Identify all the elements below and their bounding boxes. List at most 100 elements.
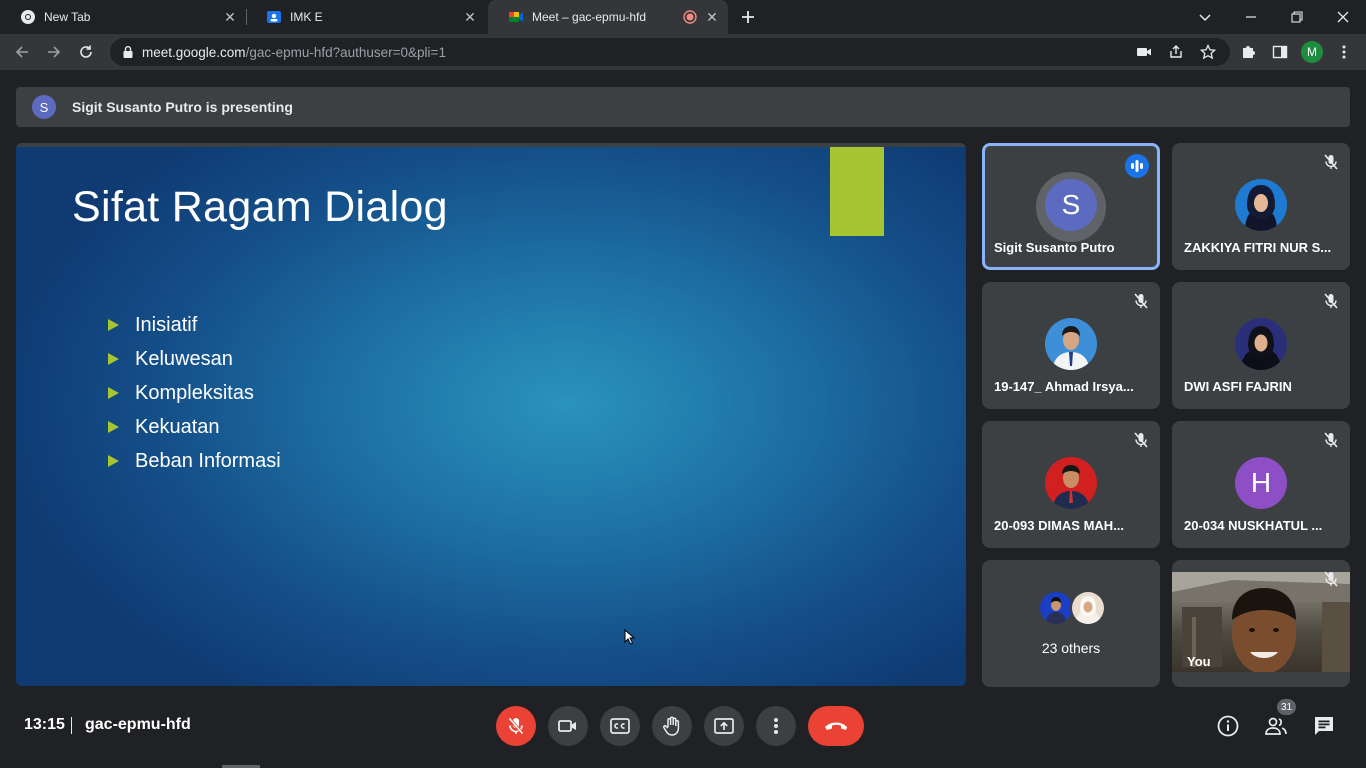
- present-icon: [714, 718, 734, 734]
- slide-title: Sifat Ragam Dialog: [72, 183, 448, 231]
- url-text: meet.google.com/gac-epmu-hfd?authuser=0&…: [142, 44, 446, 60]
- bookmark-star-icon[interactable]: [1198, 42, 1218, 62]
- close-tab-icon[interactable]: ✕: [222, 9, 238, 25]
- new-tab-button[interactable]: [736, 5, 760, 29]
- close-window-button[interactable]: [1320, 0, 1366, 34]
- back-icon[interactable]: [10, 40, 34, 64]
- participant-name: DWI ASFI FAJRIN: [1184, 379, 1292, 394]
- bullet-arrow-icon: [108, 319, 119, 331]
- bullet-arrow-icon: [108, 387, 119, 399]
- meeting-details-button[interactable]: [1216, 714, 1240, 738]
- chrome-menu-icon[interactable]: [1334, 42, 1354, 62]
- tab-title: Meet – gac-epmu-hfd: [532, 10, 647, 24]
- chat-icon: [1315, 717, 1333, 735]
- mic-toggle-button[interactable]: [496, 706, 536, 746]
- restore-button[interactable]: [1274, 0, 1320, 34]
- chrome-icon: [20, 9, 36, 25]
- leave-call-button[interactable]: [808, 706, 864, 746]
- participant-tile[interactable]: H 20-034 NUSKHATUL ...: [1172, 421, 1350, 548]
- slide-bullet-list: Inisiatif Keluwesan Kompleksitas Kekuata…: [108, 308, 281, 478]
- slide-bullet: Keluwesan: [108, 342, 281, 376]
- more-options-button[interactable]: [756, 706, 796, 746]
- profile-avatar[interactable]: M: [1301, 41, 1323, 63]
- info-icon: [1217, 715, 1239, 737]
- call-end-icon: [825, 722, 847, 730]
- camera-in-use-icon[interactable]: [1134, 42, 1154, 62]
- slide-accent-bar: [830, 147, 884, 236]
- participant-name: 20-093 DIMAS MAH...: [994, 518, 1125, 533]
- participant-tile[interactable]: ZAKKIYA FITRI NUR S...: [1172, 143, 1350, 270]
- videocam-icon: [558, 720, 576, 732]
- browser-toolbar: meet.google.com/gac-epmu-hfd?authuser=0&…: [0, 34, 1366, 70]
- slide-bullet: Kompleksitas: [108, 376, 281, 410]
- slide-bullet: Inisiatif: [108, 308, 281, 342]
- share-page-icon[interactable]: [1166, 42, 1186, 62]
- presenter-avatar: S: [32, 95, 56, 119]
- participant-tile[interactable]: S Sigit Susanto Putro: [982, 143, 1160, 270]
- camera-toggle-button[interactable]: [548, 706, 588, 746]
- recording-icon: [682, 9, 698, 25]
- meeting-code: gac-epmu-hfd: [85, 716, 191, 733]
- tab-search-icon[interactable]: [1182, 0, 1228, 34]
- others-tile[interactable]: 23 others: [982, 560, 1160, 687]
- tab-new-tab[interactable]: New Tab ✕: [0, 0, 246, 34]
- participant-name: ZAKKIYA FITRI NUR S...: [1184, 240, 1332, 255]
- side-panel-icon[interactable]: [1270, 42, 1290, 62]
- people-count-badge: 31: [1277, 699, 1296, 715]
- participant-name: 19-147_ Ahmad Irsya...: [994, 379, 1134, 394]
- muted-mic-icon: [1322, 570, 1340, 588]
- participant-tile[interactable]: DWI ASFI FAJRIN: [1172, 282, 1350, 409]
- captions-button[interactable]: [600, 706, 640, 746]
- avatar: [1070, 590, 1106, 626]
- muted-mic-icon: [1322, 431, 1340, 449]
- classroom-icon: [266, 9, 282, 25]
- tab-strip: New Tab ✕ IMK E ✕ Meet – gac-epmu-hfd ✕: [0, 0, 1366, 34]
- chat-button[interactable]: [1312, 714, 1336, 738]
- meeting-clock: 13:15: [24, 716, 65, 733]
- presentation-slide[interactable]: Sifat Ragam Dialog Inisiatif Keluwesan K…: [16, 143, 966, 686]
- hand-icon: [663, 716, 680, 736]
- tab-title: New Tab: [44, 10, 91, 24]
- bullet-arrow-icon: [108, 353, 119, 365]
- meet-icon: [508, 9, 524, 25]
- avatar: H: [1235, 457, 1287, 509]
- mic-off-icon: [508, 717, 524, 735]
- extensions-icon[interactable]: [1238, 42, 1258, 62]
- participant-tile[interactable]: 20-093 DIMAS MAH...: [982, 421, 1160, 548]
- avatar: [1235, 179, 1287, 231]
- more-vert-icon: [774, 718, 778, 734]
- avatar: [1045, 457, 1097, 509]
- self-label: You: [1187, 654, 1211, 669]
- lock-icon[interactable]: [122, 45, 136, 59]
- forward-icon[interactable]: [42, 40, 66, 64]
- slide-bullet: Kekuatan: [108, 410, 281, 444]
- tab-title: IMK E: [290, 10, 323, 24]
- avatar: [1045, 318, 1097, 370]
- bullet-arrow-icon: [108, 455, 119, 467]
- presenting-banner: S Sigit Susanto Putro is presenting: [16, 87, 1350, 127]
- raise-hand-button[interactable]: [652, 706, 692, 746]
- present-screen-button[interactable]: [704, 706, 744, 746]
- captions-icon: [610, 718, 630, 734]
- close-tab-icon[interactable]: ✕: [704, 9, 720, 25]
- presenting-text: Sigit Susanto Putro is presenting: [72, 99, 293, 115]
- avatar: [1235, 318, 1287, 370]
- avatar: [1038, 590, 1074, 626]
- tab-meet[interactable]: Meet – gac-epmu-hfd ✕: [488, 0, 728, 34]
- bullet-arrow-icon: [108, 421, 119, 433]
- muted-mic-icon: [1132, 431, 1150, 449]
- muted-mic-icon: [1322, 153, 1340, 171]
- muted-mic-icon: [1322, 292, 1340, 310]
- tab-imk-e[interactable]: IMK E ✕: [246, 0, 486, 34]
- reload-icon[interactable]: [74, 40, 98, 64]
- self-view-tile[interactable]: You: [1172, 560, 1350, 687]
- participant-name: Sigit Susanto Putro: [994, 240, 1115, 255]
- people-button[interactable]: [1264, 714, 1288, 738]
- avatar: S: [1045, 179, 1097, 231]
- others-count-label: 23 others: [1041, 640, 1101, 656]
- close-tab-icon[interactable]: ✕: [462, 9, 478, 25]
- participant-tile[interactable]: 19-147_ Ahmad Irsya...: [982, 282, 1160, 409]
- mouse-cursor-icon: [624, 629, 636, 645]
- address-bar[interactable]: meet.google.com/gac-epmu-hfd?authuser=0&…: [110, 38, 1230, 66]
- minimize-button[interactable]: [1228, 0, 1274, 34]
